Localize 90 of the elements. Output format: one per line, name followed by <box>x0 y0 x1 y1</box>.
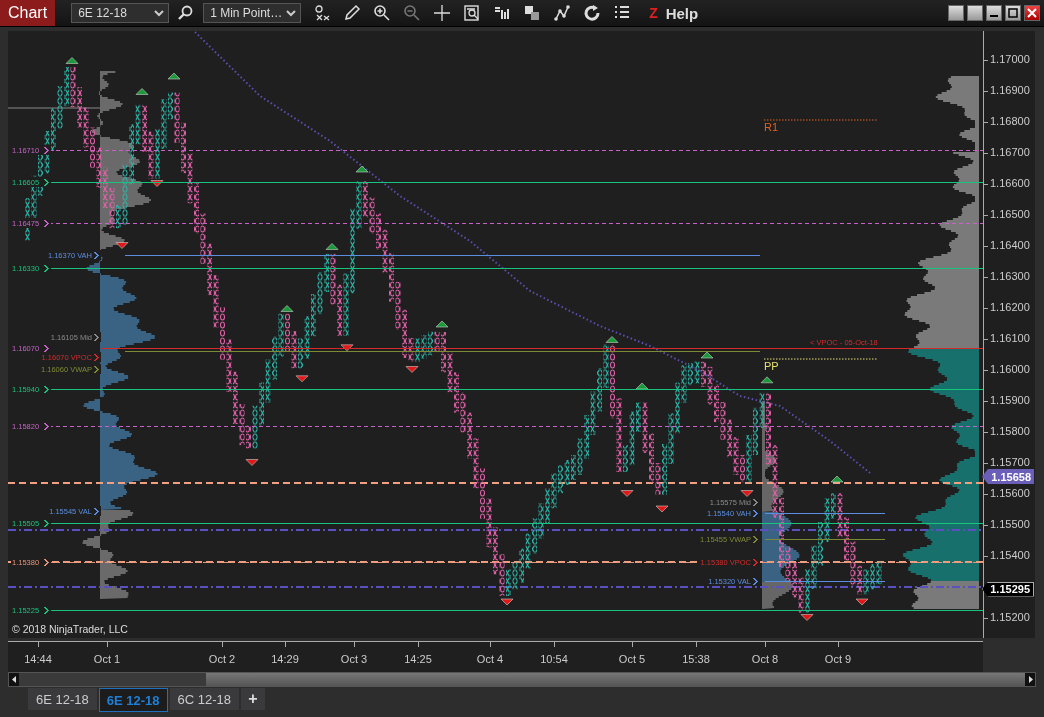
low-marker-icon <box>500 598 514 606</box>
caret-icon <box>154 9 165 17</box>
high-marker-icon <box>167 72 181 80</box>
hotkey-button[interactable]: Z <box>649 5 658 21</box>
pencil-icon[interactable] <box>343 4 362 22</box>
chart-tab[interactable]: 6E 12-18 <box>28 688 97 710</box>
price-tick-label: 1.16000 <box>990 363 1030 375</box>
price-tick-label: 1.16500 <box>990 208 1030 220</box>
low-marker-icon <box>150 180 164 187</box>
price-tick-label: 1.15400 <box>990 549 1030 561</box>
high-marker-icon <box>830 475 844 483</box>
time-tick-label: Oct 1 <box>93 653 121 665</box>
time-tick-label: 10:54 <box>540 653 568 665</box>
high-marker-icon <box>65 57 79 64</box>
close-icon <box>1027 8 1037 18</box>
price-tick-label: 1.16600 <box>990 177 1030 189</box>
high-marker-icon <box>135 88 149 95</box>
price-tick-label: 1.16300 <box>990 270 1030 282</box>
interval-dropdown[interactable]: 1 Min Point… <box>203 3 302 23</box>
point-figure-icon[interactable] <box>313 4 332 22</box>
price-tick-label: 1.15700 <box>990 456 1030 468</box>
time-tick-label: Oct 4 <box>476 653 504 665</box>
bars-icon[interactable] <box>493 4 512 22</box>
time-tick-label: 14:29 <box>271 653 299 665</box>
low-marker-icon <box>855 598 869 606</box>
time-tick-label: Oct 5 <box>618 653 646 665</box>
window-button[interactable] <box>948 5 964 21</box>
add-tab-button[interactable]: + <box>241 688 265 710</box>
price-tick-label: 1.16700 <box>990 146 1030 158</box>
low-marker-icon <box>245 459 259 466</box>
maximize-button[interactable] <box>1005 5 1021 21</box>
pivot-label: R1 <box>764 121 779 133</box>
price-tick-label: 1.16200 <box>990 301 1030 313</box>
price-marker-badge: 1.15295 <box>982 581 1034 597</box>
high-marker-icon <box>355 165 369 173</box>
scroll-left-icon[interactable] <box>9 673 19 686</box>
low-marker-icon <box>295 375 309 383</box>
time-tick-label: 14:44 <box>24 653 52 665</box>
time-tick-label: 15:38 <box>682 653 710 665</box>
crosshair-icon[interactable] <box>433 4 452 22</box>
line-drawing-icon[interactable] <box>553 4 572 22</box>
low-marker-icon <box>405 366 419 373</box>
help-button[interactable]: Help <box>665 4 699 22</box>
price-tick-label: 1.15200 <box>990 611 1030 623</box>
refresh-icon[interactable] <box>583 4 602 22</box>
price-tick-label: 1.16100 <box>990 332 1030 344</box>
price-tick-label: 1.15500 <box>990 518 1030 530</box>
high-marker-icon <box>760 376 774 384</box>
copyright-text: © 2018 NinjaTrader, LLC <box>12 623 128 635</box>
instrument-dropdown[interactable]: 6E 12-18 <box>71 3 170 23</box>
time-tick-label: 14:25 <box>404 653 432 665</box>
low-marker-icon <box>115 242 129 249</box>
zoom-out-icon[interactable] <box>403 4 422 22</box>
time-tick-label: Oct 2 <box>208 653 236 665</box>
high-marker-icon <box>280 305 294 312</box>
low-marker-icon <box>740 490 754 497</box>
window-button[interactable] <box>967 5 983 21</box>
scrollbar-thumb[interactable] <box>206 673 1025 686</box>
pivot-label: PP <box>764 360 779 372</box>
chart-title-button[interactable]: Chart <box>0 0 56 26</box>
minimize-button[interactable] <box>986 5 1002 21</box>
low-marker-icon <box>620 490 634 497</box>
price-tick-label: 1.16800 <box>990 115 1030 127</box>
minimize-icon <box>990 15 998 17</box>
horizontal-scrollbar[interactable] <box>8 672 1036 687</box>
scroll-right-icon[interactable] <box>1025 673 1035 686</box>
price-tick-label: 1.16900 <box>990 84 1030 96</box>
chart-panel[interactable] <box>8 31 983 638</box>
last-price-badge: 1.15658 <box>982 469 1034 484</box>
price-tick-label: 1.15800 <box>990 425 1030 437</box>
price-tick-label: 1.16400 <box>990 239 1030 251</box>
high-marker-icon <box>605 336 619 343</box>
close-button[interactable] <box>1024 5 1040 21</box>
zoom-in-icon[interactable] <box>373 4 392 22</box>
price-tick-label: 1.15900 <box>990 394 1030 406</box>
time-tick-label: Oct 3 <box>340 653 368 665</box>
price-tick-label: 1.17000 <box>990 53 1030 65</box>
low-marker-icon <box>800 614 814 621</box>
chart-tab[interactable]: 6C 12-18 <box>169 688 239 710</box>
price-tick-label: 1.15600 <box>990 487 1030 499</box>
low-marker-icon <box>655 505 669 513</box>
chart-tab[interactable]: 6E 12-18 <box>98 688 168 712</box>
maximize-icon <box>1008 8 1018 18</box>
high-marker-icon <box>325 243 339 250</box>
time-tick-label: Oct 8 <box>751 653 779 665</box>
caret-icon <box>286 9 297 17</box>
layers-icon[interactable] <box>523 4 542 22</box>
time-tick-label: Oct 9 <box>824 653 852 665</box>
data-box-icon[interactable] <box>463 4 482 22</box>
high-marker-icon <box>435 320 449 328</box>
